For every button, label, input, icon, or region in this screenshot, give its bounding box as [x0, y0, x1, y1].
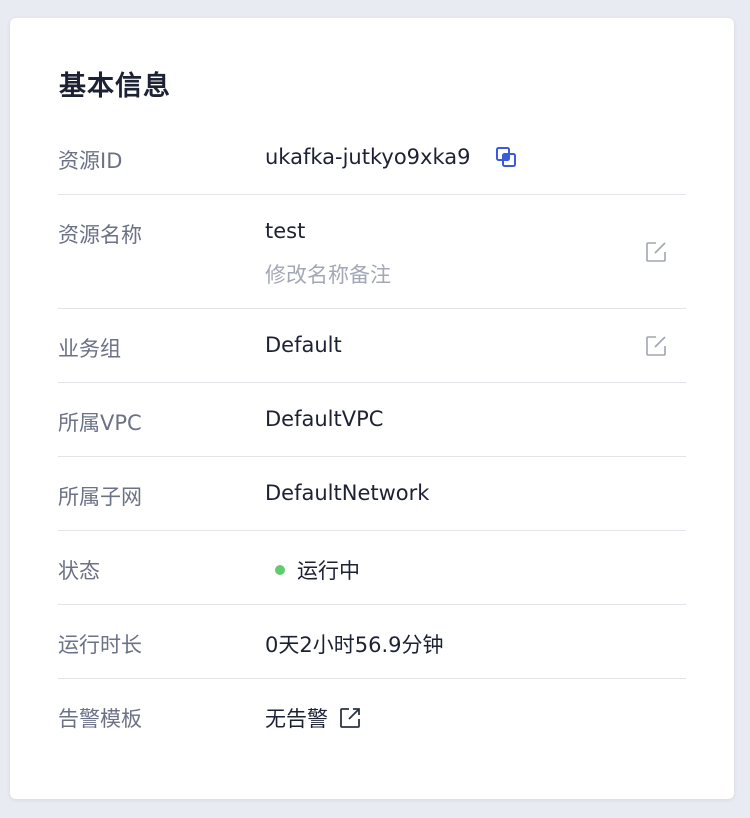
external-link-icon[interactable] — [338, 706, 362, 730]
rename-hint[interactable]: 修改名称备注 — [265, 259, 391, 289]
status-label: 状态 — [58, 559, 100, 583]
basic-info-card: 基本信息 资源ID ukafka-jutkyo9xka9 资源名称 test 修… — [10, 18, 734, 799]
resource-name-label: 资源名称 — [58, 223, 142, 247]
status-dot-icon — [275, 565, 285, 575]
row-alarm-template: 告警模板 无告警 — [58, 703, 686, 753]
resource-id-label: 资源ID — [58, 149, 123, 173]
row-business-group: 业务组 Default — [58, 333, 686, 383]
vpc-label: 所属VPC — [58, 411, 142, 435]
row-status: 状态 运行中 — [58, 555, 686, 605]
uptime-label: 运行时长 — [58, 633, 142, 657]
row-resource-name: 资源名称 test 修改名称备注 — [58, 219, 686, 309]
card-title: 基本信息 — [59, 71, 171, 102]
subnet-label: 所属子网 — [58, 485, 142, 509]
row-vpc: 所属VPC DefaultVPC — [58, 407, 686, 457]
status-value: 运行中 — [297, 559, 360, 583]
alarm-template-value: 无告警 — [265, 707, 328, 731]
business-group-value: Default — [265, 333, 342, 357]
status-value-wrap: 运行中 — [265, 555, 360, 585]
alarm-template-label: 告警模板 — [58, 707, 142, 731]
row-uptime: 运行时长 0天2小时56.9分钟 — [58, 629, 686, 679]
alarm-template-value-wrap: 无告警 — [265, 703, 362, 733]
copy-icon[interactable] — [494, 145, 518, 169]
subnet-value[interactable]: DefaultNetwork — [265, 481, 429, 505]
edit-group-icon[interactable] — [644, 334, 668, 358]
resource-id-value: ukafka-jutkyo9xka9 — [265, 145, 471, 169]
resource-id-value-wrap: ukafka-jutkyo9xka9 — [265, 145, 518, 169]
resource-name-value: test — [265, 219, 306, 243]
uptime-value: 0天2小时56.9分钟 — [265, 633, 444, 657]
business-group-label: 业务组 — [58, 337, 121, 361]
edit-name-icon[interactable] — [644, 240, 668, 264]
vpc-value[interactable]: DefaultVPC — [265, 407, 383, 431]
row-resource-id: 资源ID ukafka-jutkyo9xka9 — [58, 145, 686, 195]
row-subnet: 所属子网 DefaultNetwork — [58, 481, 686, 531]
